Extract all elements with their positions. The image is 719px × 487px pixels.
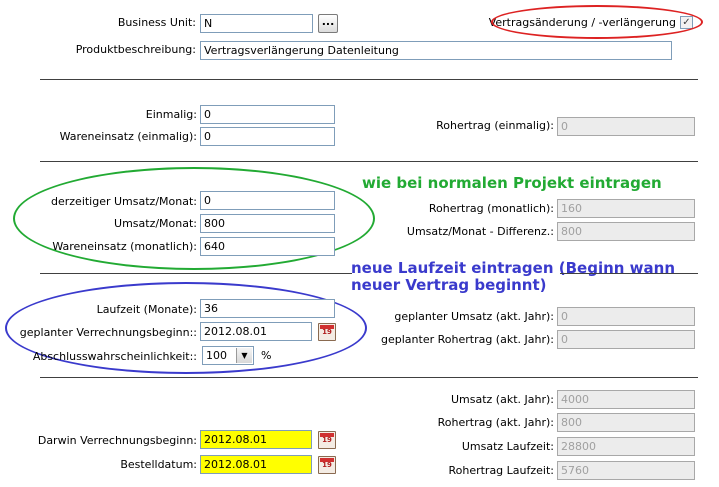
laufzeit-label: Laufzeit (Monate):: [96, 303, 197, 316]
bestelldatum-label: Bestelldatum:: [120, 458, 197, 471]
umsatz-laufzeit-field: 28800: [557, 437, 695, 456]
einmalig-input[interactable]: 0: [200, 105, 335, 124]
umsatz-differenz-label: Umsatz/Monat - Differenz.:: [406, 225, 554, 238]
wareneinsatz-einmalig-input[interactable]: 0: [200, 127, 335, 146]
umsatz-monat-label: Umsatz/Monat:: [114, 217, 197, 230]
vertragsaenderung-label: Vertragsänderung / -verlängerung: [488, 16, 676, 29]
produktbeschreibung-input[interactable]: Vertragsverlängerung Datenleitung: [200, 41, 672, 60]
wareneinsatz-einmalig-label: Wareneinsatz (einmalig):: [59, 130, 197, 143]
darwin-verrechnungsbeginn-input[interactable]: 2012.08.01: [200, 430, 312, 449]
divider: [40, 79, 698, 80]
geplanter-umsatz-field: 0: [557, 307, 695, 326]
wareneinsatz-monatlich-input[interactable]: 640: [200, 237, 335, 256]
divider: [560, 273, 698, 274]
divider: [40, 273, 352, 274]
rohertrag-jahr-label: Rohertrag (akt. Jahr):: [437, 416, 554, 429]
geplanter-rohertrag-label: geplanter Rohertrag (akt. Jahr):: [381, 333, 554, 346]
umsatz-jahr-label: Umsatz (akt. Jahr):: [450, 393, 554, 406]
umsatz-differenz-field: 800: [557, 222, 695, 241]
percent-unit: %: [261, 349, 272, 362]
rohertrag-laufzeit-field: 5760: [557, 461, 695, 480]
wareneinsatz-monatlich-label: Wareneinsatz (monatlich):: [52, 240, 197, 253]
rohertrag-laufzeit-label: Rohertrag Laufzeit:: [448, 464, 554, 477]
produktbeschreibung-label: Produktbeschreibung:: [75, 43, 196, 56]
divider: [40, 377, 698, 378]
laufzeit-input[interactable]: 36: [200, 299, 335, 318]
abschlusswahrscheinlichkeit-label: Abschlusswahrscheinlichkeit::: [32, 350, 197, 363]
business-unit-input[interactable]: N: [200, 14, 313, 33]
verrechnungsbeginn-label: geplanter Verrechnungsbeginn::: [19, 326, 197, 339]
business-unit-label: Business Unit:: [117, 16, 196, 29]
divider: [40, 161, 698, 162]
geplanter-umsatz-label: geplanter Umsatz (akt. Jahr):: [394, 310, 554, 323]
blue-annotation-text: neuer Vertrag beginnt): [351, 276, 547, 294]
calendar-icon[interactable]: 19: [318, 431, 336, 449]
umsatz-jahr-field: 4000: [557, 390, 695, 409]
select-value: 100: [206, 349, 227, 362]
abschlusswahrscheinlichkeit-select[interactable]: 100 ▼: [202, 346, 254, 365]
umsatz-laufzeit-label: Umsatz Laufzeit:: [461, 440, 554, 453]
calendar-icon[interactable]: 19: [318, 323, 336, 341]
umsatz-monat-input[interactable]: 800: [200, 214, 335, 233]
chevron-down-icon[interactable]: ▼: [236, 348, 252, 363]
vertragsaenderung-checkbox[interactable]: ✓: [680, 16, 693, 29]
verrechnungsbeginn-input[interactable]: 2012.08.01: [200, 322, 312, 341]
rohertrag-monatlich-field: 160: [557, 199, 695, 218]
green-annotation-text: wie bei normalen Projekt eintragen: [362, 174, 662, 192]
geplanter-rohertrag-field: 0: [557, 330, 695, 349]
rohertrag-einmalig-label: Rohertrag (einmalig):: [436, 119, 554, 132]
bestelldatum-input[interactable]: 2012.08.01: [200, 455, 312, 474]
rohertrag-einmalig-field: 0: [557, 117, 695, 136]
darwin-verrechnungsbeginn-label: Darwin Verrechnungsbeginn:: [37, 434, 197, 447]
rohertrag-jahr-field: 800: [557, 413, 695, 432]
derzeitiger-umsatz-label: derzeitiger Umsatz/Monat:: [51, 195, 197, 208]
rohertrag-monatlich-label: Rohertrag (monatlich):: [428, 202, 554, 215]
derzeitiger-umsatz-input[interactable]: 0: [200, 191, 335, 210]
business-unit-browse-button[interactable]: ...: [318, 14, 338, 33]
calendar-icon[interactable]: 19: [318, 456, 336, 474]
einmalig-label: Einmalig:: [145, 108, 197, 121]
blue-annotation-text: neue Laufzeit eintragen (Beginn wann: [351, 259, 676, 277]
